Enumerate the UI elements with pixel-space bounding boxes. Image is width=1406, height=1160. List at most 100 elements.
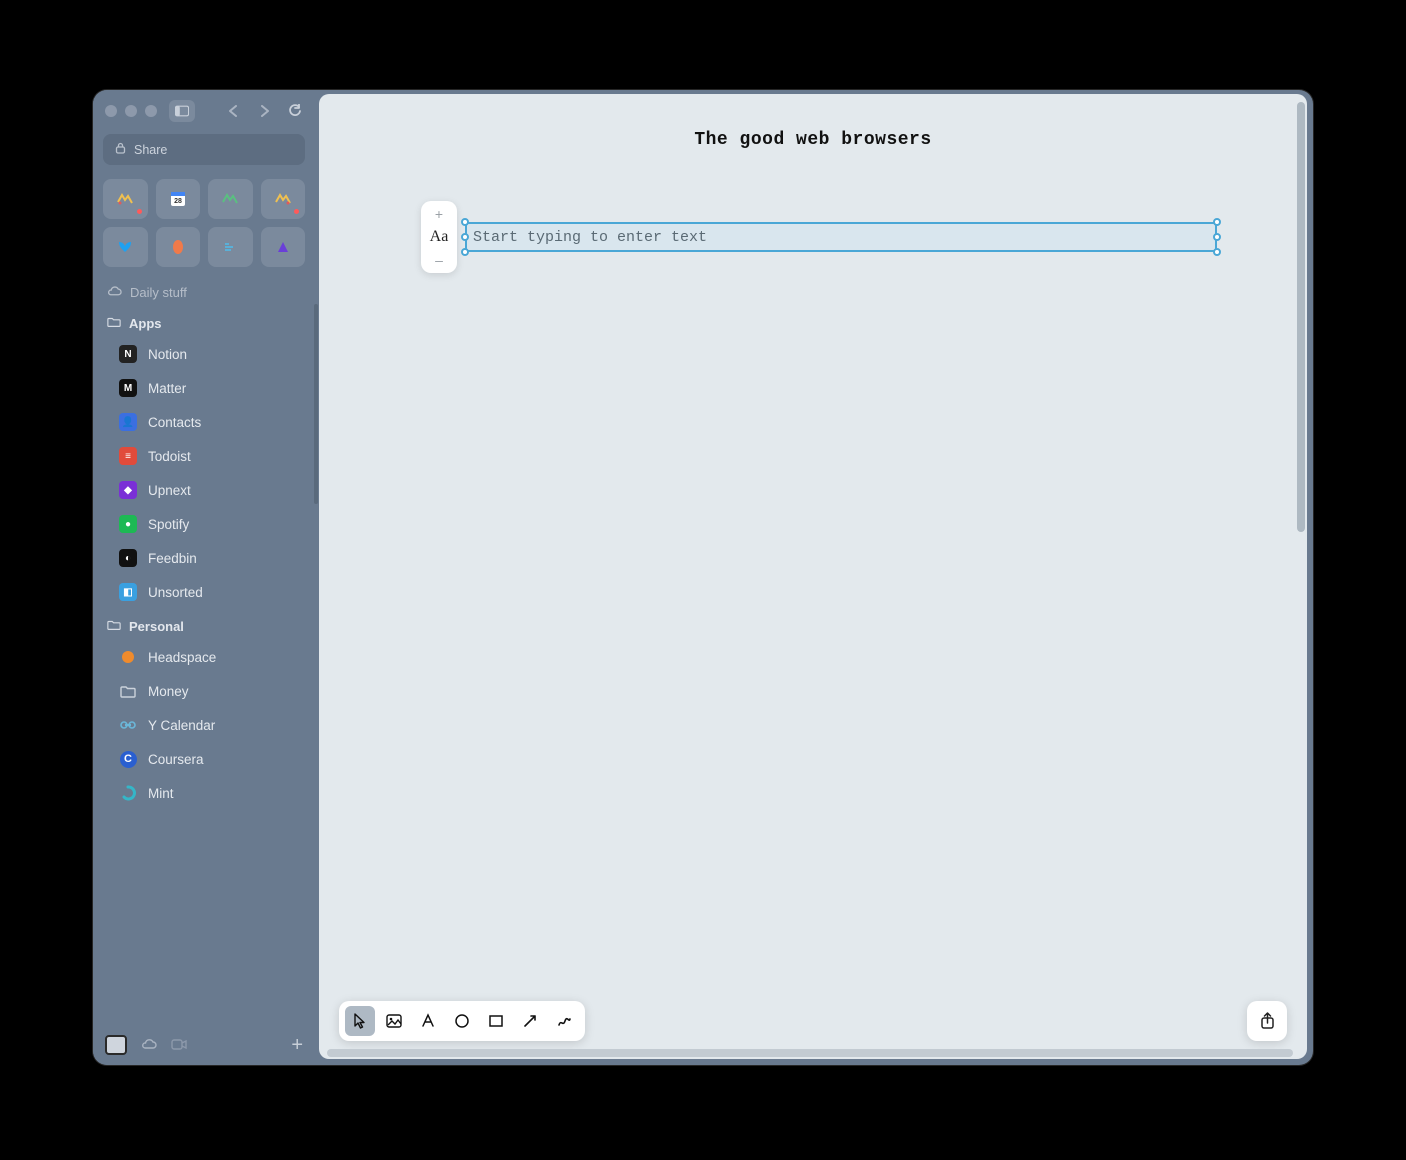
sidebar-item-matter[interactable]: M Matter bbox=[93, 371, 315, 405]
canvas-scrollbar-v[interactable] bbox=[1297, 102, 1305, 532]
reload-button[interactable] bbox=[283, 101, 307, 121]
app-icon: ≡ bbox=[119, 447, 137, 465]
app-icon bbox=[119, 784, 137, 802]
arrow-tool[interactable] bbox=[515, 1006, 545, 1036]
pinned-tile-4[interactable] bbox=[261, 179, 306, 219]
decrease-size-button[interactable]: – bbox=[435, 253, 443, 267]
svg-text:28: 28 bbox=[174, 198, 182, 205]
text-style-label[interactable]: Aa bbox=[430, 228, 449, 246]
library-button[interactable] bbox=[105, 1035, 127, 1055]
app-icon: 👤 bbox=[119, 413, 137, 431]
sidebar-item-label: Money bbox=[148, 684, 189, 699]
sidebar-item-label: Notion bbox=[148, 347, 187, 362]
easel-canvas[interactable]: The good web browsers + Aa – Start typin… bbox=[319, 94, 1307, 1059]
close-dot[interactable] bbox=[105, 105, 117, 117]
sidebar-item-label: Headspace bbox=[148, 650, 216, 665]
window-controls bbox=[105, 105, 157, 117]
app-icon: ◧ bbox=[119, 583, 137, 601]
forward-button[interactable] bbox=[253, 101, 277, 121]
canvas-scrollbar-h[interactable] bbox=[327, 1049, 1293, 1057]
resize-handle-tr[interactable] bbox=[1213, 218, 1221, 226]
cloud-icon bbox=[107, 285, 122, 300]
sidebar-item-label: Spotify bbox=[148, 517, 189, 532]
nav-arrows bbox=[223, 101, 307, 121]
pinned-tile-1[interactable] bbox=[103, 179, 148, 219]
rect-tool[interactable] bbox=[481, 1006, 511, 1036]
sidebar: Share 28 Daily stuff Apps N Notion M Matter… bbox=[93, 90, 315, 1065]
pinned-tile-3[interactable] bbox=[208, 179, 253, 219]
draw-tool[interactable] bbox=[549, 1006, 579, 1036]
sidebar-item-label: Coursera bbox=[148, 752, 204, 767]
sidebar-item-contacts[interactable]: 👤 Contacts bbox=[93, 405, 315, 439]
image-tool[interactable] bbox=[379, 1006, 409, 1036]
resize-handle-bl[interactable] bbox=[461, 248, 469, 256]
section-apps-label: Apps bbox=[129, 316, 162, 331]
minimize-dot[interactable] bbox=[125, 105, 137, 117]
sidebar-item-y-calendar[interactable]: Y Calendar bbox=[93, 708, 315, 742]
increase-size-button[interactable]: + bbox=[435, 207, 443, 221]
sidebar-item-label: Matter bbox=[148, 381, 186, 396]
sidebar-toggle[interactable] bbox=[169, 100, 195, 122]
sidebar-item-label: Contacts bbox=[148, 415, 201, 430]
sidebar-item-money[interactable]: Money bbox=[93, 674, 315, 708]
app-icon: ● bbox=[119, 515, 137, 533]
sidebar-item-feedbin[interactable]: ◐ Feedbin bbox=[93, 541, 315, 575]
pinned-tile-2[interactable]: 28 bbox=[156, 179, 201, 219]
canvas-container: The good web browsers + Aa – Start typin… bbox=[315, 90, 1313, 1065]
sidebar-item-label: Todoist bbox=[148, 449, 191, 464]
canvas-toolbar bbox=[339, 1001, 585, 1041]
resize-handle-ml[interactable] bbox=[461, 233, 469, 241]
section-personal[interactable]: Personal bbox=[93, 609, 315, 640]
resize-handle-mr[interactable] bbox=[1213, 233, 1221, 241]
app-icon: M bbox=[119, 379, 137, 397]
sidebar-item-notion[interactable]: N Notion bbox=[93, 337, 315, 371]
folder-icon bbox=[107, 316, 121, 331]
pinned-tile-8[interactable] bbox=[261, 227, 306, 267]
sidebar-item-upnext[interactable]: ◆Upnext bbox=[93, 473, 315, 507]
text-size-panel: + Aa – bbox=[421, 201, 457, 273]
share-label: Share bbox=[134, 143, 167, 157]
pinned-tile-5[interactable] bbox=[103, 227, 148, 267]
lock-icon bbox=[115, 142, 126, 157]
sidebar-item-unsorted[interactable]: ◧Unsorted bbox=[93, 575, 315, 609]
resize-handle-br[interactable] bbox=[1213, 248, 1221, 256]
app-icon bbox=[119, 682, 137, 700]
pinned-tile-6[interactable] bbox=[156, 227, 201, 267]
app-icon: ◆ bbox=[119, 481, 137, 499]
app-icon: ◐ bbox=[119, 549, 137, 567]
video-icon[interactable] bbox=[171, 1038, 187, 1053]
text-placeholder: Start typing to enter text bbox=[473, 229, 707, 246]
section-apps[interactable]: Apps bbox=[93, 306, 315, 337]
sidebar-item-headspace[interactable]: Headspace bbox=[93, 640, 315, 674]
pinned-tile-7[interactable] bbox=[208, 227, 253, 267]
sidebar-item-label: Mint bbox=[148, 786, 174, 801]
sidebar-item-mint[interactable]: Mint bbox=[93, 776, 315, 810]
zoom-dot[interactable] bbox=[145, 105, 157, 117]
export-button[interactable] bbox=[1247, 1001, 1287, 1041]
select-tool[interactable] bbox=[345, 1006, 375, 1036]
pinned-tiles: 28 bbox=[93, 173, 315, 275]
resize-handle-tl[interactable] bbox=[461, 218, 469, 226]
sidebar-item-todoist[interactable]: ≡ Todoist bbox=[93, 439, 315, 473]
text-tool[interactable] bbox=[413, 1006, 443, 1036]
app-icon bbox=[119, 716, 137, 734]
new-tab-button[interactable]: + bbox=[291, 1034, 303, 1057]
section-personal-label: Personal bbox=[129, 619, 184, 634]
circle-tool[interactable] bbox=[447, 1006, 477, 1036]
section-daily[interactable]: Daily stuff bbox=[93, 275, 315, 306]
cloud-sync-icon[interactable] bbox=[141, 1038, 157, 1053]
sidebar-item-label: Feedbin bbox=[148, 551, 197, 566]
sidebar-item-coursera[interactable]: C Coursera bbox=[93, 742, 315, 776]
titlebar bbox=[93, 90, 315, 128]
sidebar-item-spotify[interactable]: ● Spotify bbox=[93, 507, 315, 541]
share-pill[interactable]: Share bbox=[103, 134, 305, 165]
section-daily-label: Daily stuff bbox=[130, 285, 187, 300]
text-input-box[interactable]: Start typing to enter text bbox=[465, 222, 1217, 252]
folder-icon bbox=[107, 619, 121, 634]
document-title[interactable]: The good web browsers bbox=[319, 130, 1307, 150]
app-window: Share 28 Daily stuff Apps N Notion M Matter… bbox=[93, 90, 1313, 1065]
back-button[interactable] bbox=[223, 101, 247, 121]
sidebar-bottom-bar: + bbox=[93, 1025, 315, 1065]
app-icon: C bbox=[119, 750, 137, 768]
app-icon: N bbox=[119, 345, 137, 363]
